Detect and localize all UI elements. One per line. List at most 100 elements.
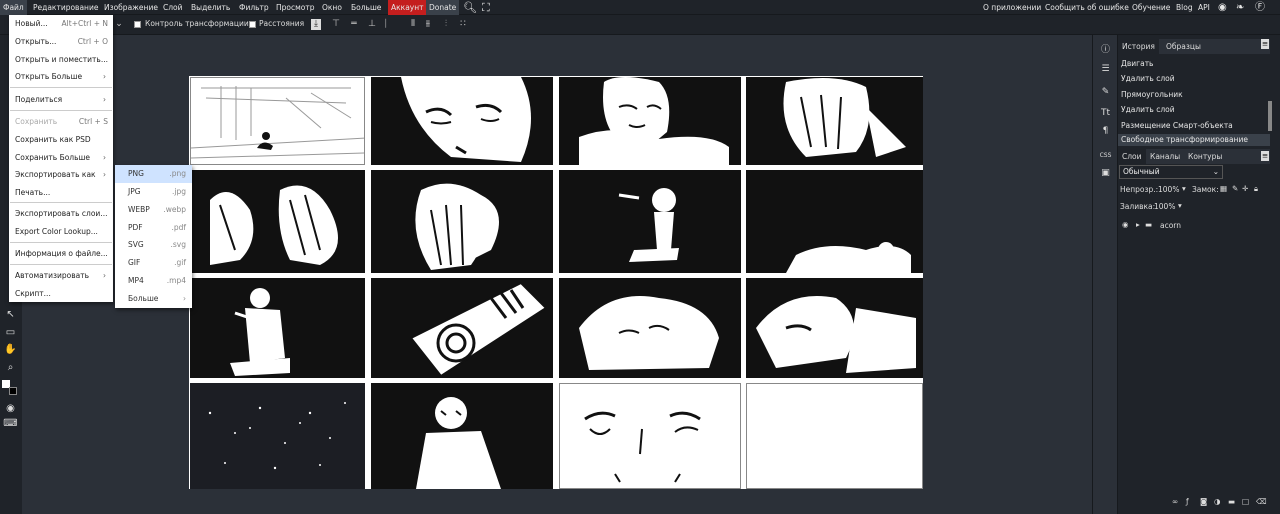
history-item[interactable]: Размещение Смарт-объекта [1121, 121, 1233, 130]
effects-icon[interactable]: ƒ [1186, 497, 1189, 506]
menu-view[interactable]: Просмотр [276, 0, 315, 15]
menu-item-share[interactable]: Поделиться › [15, 95, 110, 104]
reddit-icon[interactable]: ◉ [1218, 0, 1227, 15]
align-bottom-icon[interactable]: ⊥ [367, 19, 377, 30]
menu-item-open[interactable]: Открыть... Ctrl + O [15, 37, 110, 46]
menu-more[interactable]: Больше [351, 0, 381, 15]
chevron-down-icon[interactable]: ⌄ [114, 19, 124, 30]
menu-item-export-as[interactable]: Экспортировать как › [15, 170, 110, 179]
menu-account[interactable]: Аккаунт [388, 0, 427, 15]
quick-mask-icon[interactable]: ◉ [3, 402, 18, 416]
menu-window[interactable]: Окно [322, 0, 342, 15]
tab-history[interactable]: История [1118, 39, 1159, 54]
properties-icon[interactable]: ☰ [1098, 62, 1113, 77]
menu-report-bug[interactable]: Сообщить об ошибке [1045, 0, 1129, 15]
layer-row[interactable]: ◉ ▸ ▬ acorn [1118, 219, 1270, 233]
document-canvas[interactable] [189, 76, 923, 489]
export-jpg[interactable]: JPG .jpg [115, 183, 192, 201]
facebook-icon[interactable]: Ⓕ [1255, 0, 1265, 15]
align-top-icon[interactable]: ⊤ [331, 19, 341, 30]
menu-image[interactable]: Изображение [104, 0, 158, 15]
distribute-right-icon[interactable]: ⫶ [441, 19, 451, 30]
character-icon[interactable]: Tt [1098, 106, 1113, 121]
mask-icon[interactable]: ◙ [1200, 497, 1207, 506]
brush-icon[interactable]: ✎ [1098, 85, 1113, 100]
history-item[interactable]: Удалить слой [1121, 74, 1175, 83]
menu-item-file-info[interactable]: Информация о файле... [15, 249, 110, 258]
menu-item-export-color-lookup[interactable]: Export Color Lookup... [15, 227, 110, 236]
screen-mode-icon[interactable]: ⌨ [3, 417, 18, 431]
rectangle-tool-icon[interactable]: ▭ [3, 326, 18, 340]
opacity-dropdown-icon[interactable]: ▾ [1182, 184, 1186, 193]
menu-donate[interactable]: Donate [426, 0, 460, 15]
tab-channels[interactable]: Каналы [1146, 149, 1184, 164]
lock-all-icon[interactable]: 🔒︎ [1254, 184, 1258, 194]
info-icon[interactable]: ⓘ [1098, 43, 1113, 58]
expand-arrow-icon[interactable]: ▸ [1136, 220, 1140, 229]
align-left-icon[interactable]: ⎸ [385, 19, 395, 30]
link-layers-icon[interactable]: ∞ [1172, 497, 1178, 506]
distances-checkbox[interactable] [249, 21, 256, 28]
export-webp[interactable]: WEBP .webp [115, 201, 192, 219]
menu-blog[interactable]: Blog [1176, 0, 1193, 15]
menu-api[interactable]: API [1198, 0, 1210, 15]
fill-value[interactable]: 100% [1154, 202, 1175, 211]
menu-about[interactable]: О приложении [983, 0, 1041, 15]
fill-dropdown-icon[interactable]: ▾ [1178, 201, 1182, 210]
distribute-spacing-icon[interactable]: ∷ [458, 19, 468, 30]
history-item-selected[interactable]: Свободное трансформирование [1118, 134, 1270, 146]
history-item[interactable]: Двигать [1121, 59, 1153, 68]
menu-item-save-psd[interactable]: Сохранить как PSD [15, 135, 110, 144]
transform-controls-checkbox[interactable] [134, 21, 141, 28]
menu-file[interactable]: Файл [0, 0, 27, 15]
menu-item-print[interactable]: Печать... [15, 188, 110, 197]
download-icon[interactable]: ⤓ [311, 19, 321, 30]
zoom-tool-icon[interactable]: ⌕ [3, 361, 18, 375]
fullscreen-icon[interactable]: ⛶ [482, 0, 490, 15]
distribute-icon[interactable]: ⫴ [408, 19, 418, 30]
move-tool-icon[interactable]: ↖ [3, 308, 18, 322]
history-menu-icon[interactable]: ≡ [1261, 39, 1269, 49]
history-item[interactable]: Прямоугольник [1121, 90, 1183, 99]
tab-paths[interactable]: Контуры [1184, 149, 1226, 164]
export-mp4[interactable]: MP4 .mp4 [115, 272, 192, 290]
delete-layer-icon[interactable]: ⌫ [1256, 497, 1267, 506]
eye-icon[interactable]: ◉ [1122, 220, 1129, 229]
lock-pixels-icon[interactable]: ✎ [1232, 184, 1238, 193]
menu-item-save[interactable]: Сохранить Ctrl + S [15, 117, 110, 126]
new-layer-icon[interactable]: □ [1242, 497, 1249, 506]
export-gif[interactable]: GIF .gif [115, 254, 192, 272]
menu-item-script[interactable]: Скрипт... [15, 289, 110, 298]
menu-item-new[interactable]: Новый... Alt+Ctrl + N [15, 19, 110, 28]
adjustment-icon[interactable]: ◑ [1214, 497, 1221, 506]
twitter-icon[interactable]: ❧ [1236, 0, 1244, 15]
menu-item-export-layers[interactable]: Экспортировать слои... [15, 209, 110, 218]
opacity-value[interactable]: 100% [1158, 185, 1179, 194]
menu-select[interactable]: Выделить [191, 0, 230, 15]
export-svg[interactable]: SVG .svg [115, 236, 192, 254]
layers-menu-icon[interactable]: ≡ [1261, 151, 1269, 161]
lock-transparency-icon[interactable]: ▦ [1220, 184, 1227, 193]
paragraph-icon[interactable]: ¶ [1098, 124, 1113, 139]
menu-edit[interactable]: Редактирование [33, 0, 98, 15]
distribute-center-icon[interactable]: ⫵ [423, 19, 433, 30]
export-png[interactable]: PNG .png [115, 165, 192, 183]
history-scrollbar[interactable] [1268, 101, 1272, 131]
blend-mode-select[interactable]: Обычный ⌄ [1119, 165, 1223, 179]
search-icon[interactable]: 🔍︎ [463, 0, 477, 15]
tab-swatches[interactable]: Образцы [1162, 39, 1205, 54]
menu-layer[interactable]: Слой [163, 0, 183, 15]
align-middle-icon[interactable]: ═ [349, 19, 359, 30]
background-color-swatch[interactable] [9, 387, 17, 395]
menu-item-save-more[interactable]: Сохранить Больше › [15, 153, 110, 162]
export-pdf[interactable]: PDF .pdf [115, 219, 192, 237]
tab-layers[interactable]: Слои [1118, 149, 1146, 164]
lock-position-icon[interactable]: ✛ [1242, 184, 1248, 193]
menu-item-automate[interactable]: Автоматизировать › [15, 271, 110, 280]
image-icon[interactable]: ▣ [1098, 166, 1113, 181]
export-more[interactable]: Больше › [115, 290, 192, 308]
history-item[interactable]: Удалить слой [1121, 105, 1175, 114]
menu-item-open-more[interactable]: Открыть Больше › [15, 72, 110, 81]
menu-learn[interactable]: Обучение [1132, 0, 1170, 15]
menu-filter[interactable]: Фильтр [239, 0, 269, 15]
